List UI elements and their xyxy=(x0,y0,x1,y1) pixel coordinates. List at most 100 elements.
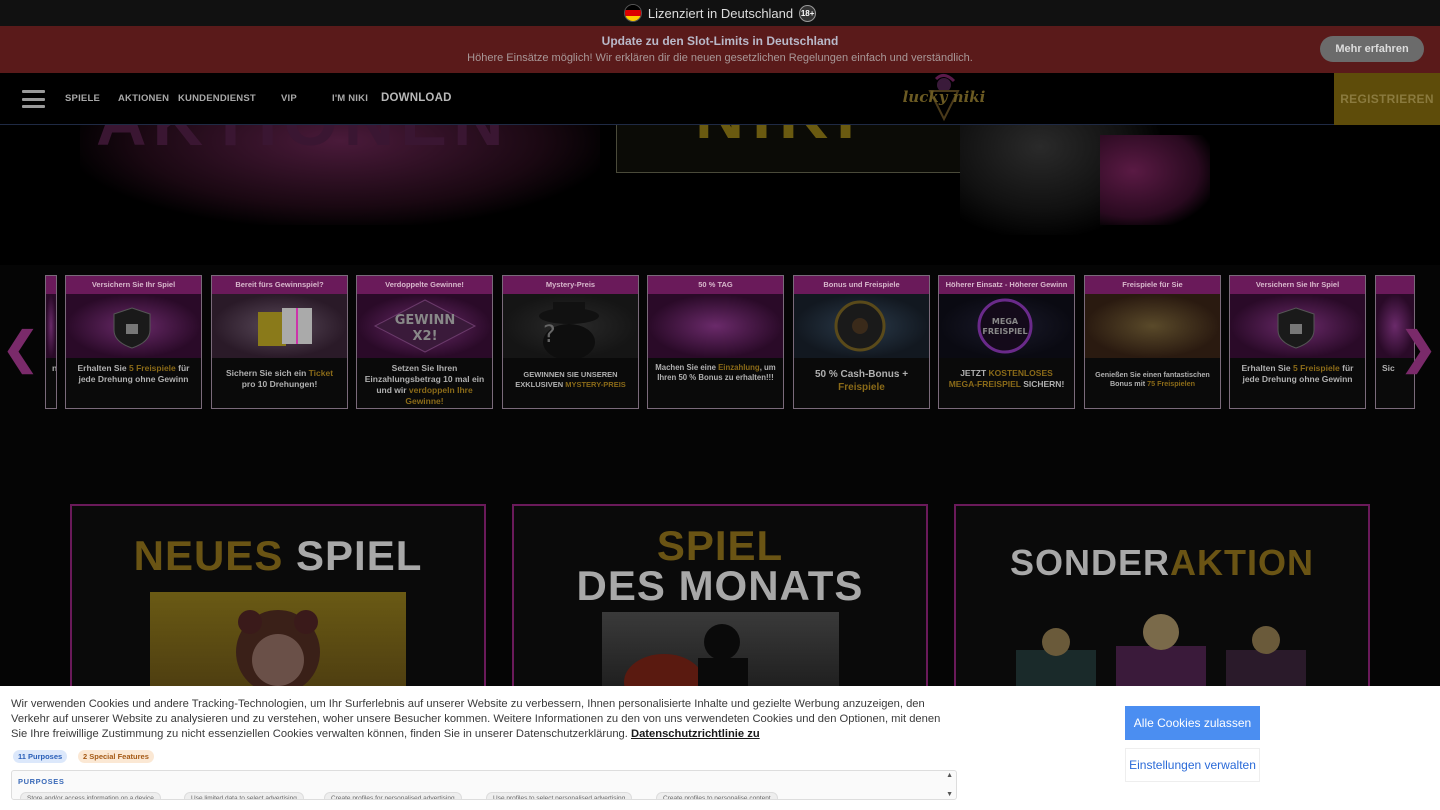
mystery-figure-icon: ? xyxy=(539,302,599,360)
feature-title-line2: DES MONATS xyxy=(576,562,864,609)
logo-text: lucky niki xyxy=(902,88,986,106)
chevron-left-icon[interactable]: ❮ xyxy=(2,327,39,371)
promo-card[interactable]: Bonus und Freispiele 50 % Cash-Bonus + F… xyxy=(793,275,930,409)
lucky-niki-logo[interactable]: lucky niki xyxy=(896,73,992,125)
purpose-pill: Create profiles for personalised adverti… xyxy=(324,792,462,799)
promo-card-image xyxy=(648,294,783,358)
gift-boxes-icon xyxy=(1016,614,1306,692)
age-restriction-icon: 18+ xyxy=(799,4,817,22)
promo-card[interactable]: Verdoppelte Gewinne! GEWINN X2! Setzen Si… xyxy=(356,275,493,409)
promo-card-header: Freispiele für Sie xyxy=(1085,276,1220,294)
accept-all-cookies-button[interactable]: Alle Cookies zulassen xyxy=(1125,706,1260,740)
manage-settings-button[interactable]: Einstellungen verwalten xyxy=(1125,748,1260,782)
svg-text:?: ? xyxy=(543,320,556,348)
feature-title: SONDERAKTION xyxy=(1009,542,1315,583)
promo-card-text: JETZT KOSTENLOSES MEGA-FREISPIEL SICHERN… xyxy=(948,368,1065,390)
double-win-icon: GEWINNX2! xyxy=(373,299,477,353)
promo-card-text: Genießen Sie einen fantastischen Bonus m… xyxy=(1095,370,1210,389)
special-features-badge[interactable]: 2 Special Features xyxy=(78,750,154,763)
promo-card[interactable]: Bereit fürs Gewinnspiel? Sichern Sie sic… xyxy=(211,275,348,409)
purpose-pill: Create profiles to personalise content xyxy=(656,792,778,799)
nav-item-im-niki[interactable]: I'M NIKI xyxy=(332,93,368,104)
hero-banner: AKTIONEN NIKI xyxy=(0,125,1440,265)
cookie-text: Wir verwenden Cookies und andere Trackin… xyxy=(11,698,941,740)
scroll-up-icon[interactable]: ▲ xyxy=(946,772,953,779)
promo-card-header: Bereit fürs Gewinnspiel? xyxy=(212,276,347,294)
mega-freispiel-icon: MEGAFREISPIEL xyxy=(977,298,1033,354)
promo-card-header: Verdoppelte Gewinne! xyxy=(357,276,492,294)
promo-card[interactable]: Höherer Einsatz - Höherer Gewinn MEGA FRE… xyxy=(938,275,1075,409)
promo-partial-text: n xyxy=(52,363,57,373)
promo-card[interactable]: Versichern Sie Ihr Spiel Erhalten Sie 5 … xyxy=(65,275,202,409)
promo-card[interactable]: 50 % TAG Machen Sie eine Einzahlung, um … xyxy=(647,275,784,409)
nav-item-download[interactable]: DOWNLOAD xyxy=(381,92,452,104)
promo-card-text: 50 % Cash-Bonus + Freispiele xyxy=(814,369,909,393)
license-bar: Lizenziert in Deutschland 18+ xyxy=(0,0,1440,26)
tickets-gift-icon xyxy=(258,308,312,346)
promo-carousel: ❮ n Versichern Sie Ihr Spiel Erhalten Si… xyxy=(0,265,1440,425)
promo-card-image: GEWINN X2! xyxy=(357,294,492,358)
purposes-count-badge[interactable]: 11 Purposes xyxy=(13,750,68,763)
feature-new-game[interactable]: NEUES SPIEL xyxy=(70,504,486,694)
page: Lizenziert in Deutschland 18+ Update zu … xyxy=(0,0,1440,810)
nav-item-spiele[interactable]: SPIELE xyxy=(65,93,100,104)
hero-character-hair xyxy=(1100,135,1210,225)
register-button[interactable]: REGISTRIEREN xyxy=(1334,73,1440,125)
promo-card-image: ? xyxy=(503,294,638,360)
feature-game-of-month[interactable]: SPIEL DES MONATS xyxy=(512,504,928,694)
update-title: Update zu den Slot-Limits in Deutschland xyxy=(601,34,839,48)
nav-item-vip[interactable]: VIP xyxy=(281,93,297,104)
purposes-list[interactable]: PURPOSES Store and/or access information… xyxy=(11,770,957,800)
nav-item-aktionen[interactable]: AKTIONEN xyxy=(118,93,169,104)
roulette-wheel-icon xyxy=(834,300,886,352)
purposes-label: PURPOSES xyxy=(18,777,65,786)
promo-card-text: Setzen Sie Ihren Einzahlungsbetrag 10 ma… xyxy=(364,363,485,407)
chevron-right-icon[interactable]: ❯ xyxy=(1400,327,1437,371)
privacy-policy-link[interactable]: Datenschutzrichtlinie zu xyxy=(631,728,760,740)
purpose-pill: Use limited data to select advertising xyxy=(184,792,304,799)
promo-card-header: Höherer Einsatz - Höherer Gewinn xyxy=(939,276,1074,294)
hero-title-box: NIKI xyxy=(616,125,968,173)
hero-title-right: NIKI xyxy=(695,125,863,154)
promo-card-image xyxy=(1230,294,1365,358)
more-info-button[interactable]: Mehr erfahren xyxy=(1320,36,1424,62)
promo-card-text: Machen Sie eine Einzahlung, um Ihren 50 … xyxy=(655,363,776,383)
promo-card-image: MEGA FREISPIEL xyxy=(939,294,1074,358)
promo-card-text: Sichern Sie sich ein Ticket pro 10 Drehu… xyxy=(225,368,334,390)
promo-card-text: GEWINNEN SIE UNSEREN EXKLUSIVEN MYSTERY-… xyxy=(515,370,626,389)
license-text: Lizenziert in Deutschland xyxy=(647,5,794,21)
game-of-month-image xyxy=(602,612,839,692)
promo-card-header: 50 % TAG xyxy=(648,276,783,294)
promo-card-text: Erhalten Sie 5 Freispiele für jede Drehu… xyxy=(1241,363,1354,385)
hero-title-left: AKTIONEN xyxy=(96,125,510,161)
feature-special-promo[interactable]: SONDERAKTION xyxy=(954,504,1370,694)
new-game-image xyxy=(150,592,406,692)
svg-text:X2!: X2! xyxy=(413,329,438,344)
update-banner: Update zu den Slot-Limits in Deutschland… xyxy=(0,26,1440,73)
ninja-icon xyxy=(624,624,748,692)
promo-card[interactable]: Freispiele für Sie Genießen Sie einen fa… xyxy=(1084,275,1221,409)
promo-card-image xyxy=(1085,294,1220,358)
promo-card-header: Versichern Sie Ihr Spiel xyxy=(1230,276,1365,294)
promo-card-image xyxy=(66,294,201,358)
shield-lock-icon xyxy=(1277,307,1315,349)
feature-title: NEUES SPIEL xyxy=(133,532,423,579)
purpose-pill: Store and/or access information on a dev… xyxy=(20,792,161,799)
nav-item-kundendienst[interactable]: KUNDENDIENST xyxy=(178,93,256,104)
promo-card-partial[interactable]: n xyxy=(45,275,57,409)
svg-text:FREISPIEL: FREISPIEL xyxy=(982,327,1027,336)
svg-text:MEGA: MEGA xyxy=(992,317,1019,326)
promo-card-header: Mystery-Preis xyxy=(503,276,638,294)
germany-flag-icon xyxy=(623,4,642,22)
promo-card[interactable]: Mystery-Preis ? GEWINNEN SIE UNSEREN EXK… xyxy=(502,275,639,409)
promo-card-image xyxy=(794,294,929,358)
main-navbar: SPIELE AKTIONEN KUNDENDIENST VIP I'M NIK… xyxy=(0,73,1440,125)
scroll-down-icon[interactable]: ▼ xyxy=(946,791,953,798)
promo-card[interactable]: Versichern Sie Ihr Spiel Erhalten Sie 5 … xyxy=(1229,275,1366,409)
purpose-pill: Use profiles to select personalised adve… xyxy=(486,792,633,799)
hamburger-menu-icon[interactable] xyxy=(22,90,45,108)
svg-text:GEWINN: GEWINN xyxy=(395,313,456,328)
promo-card-text: Erhalten Sie 5 Freispiele für jede Drehu… xyxy=(77,363,190,385)
update-subtitle: Höhere Einsätze möglich! Wir erklären di… xyxy=(467,52,973,64)
cookie-consent-banner: Wir verwenden Cookies und andere Trackin… xyxy=(0,686,1440,810)
